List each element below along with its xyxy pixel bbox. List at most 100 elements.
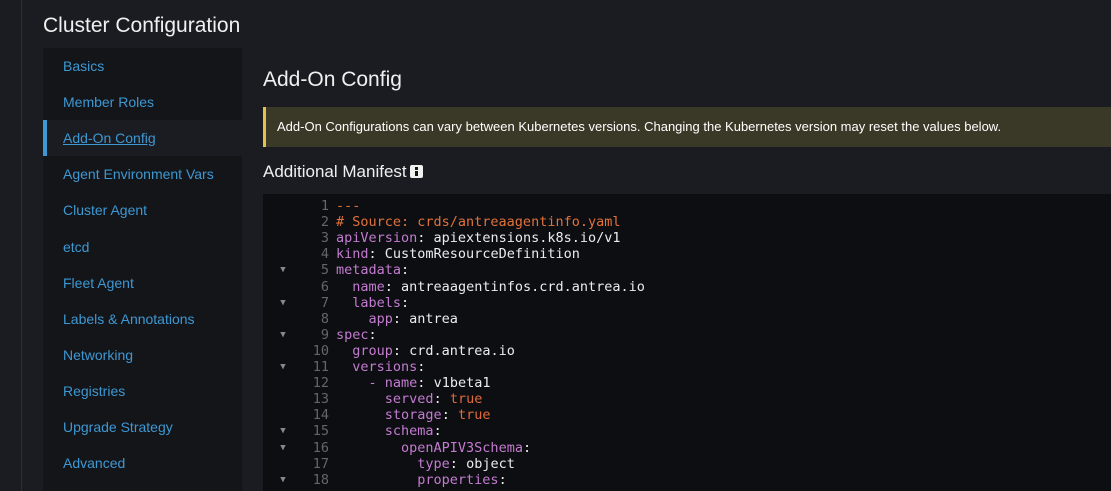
code-text: name: antreaagentinfos.crd.antrea.io — [336, 279, 645, 295]
code-text: apiVersion: apiextensions.k8s.io/v1 — [336, 230, 620, 246]
code-line: ▼ 5 metadata: — [263, 262, 1111, 278]
line-number: 11 — [312, 359, 329, 375]
info-icon[interactable] — [409, 165, 423, 178]
sidebar-item-upgrade-strategy[interactable]: Upgrade Strategy — [43, 409, 242, 445]
code-text: storage: true — [336, 407, 491, 424]
code-token: : — [441, 407, 458, 424]
code-line: ▼ 7 labels: — [263, 295, 1111, 311]
code-text: labels: — [336, 295, 409, 311]
sidebar-item-cluster-agent[interactable]: Cluster Agent — [43, 192, 242, 228]
additional-manifest-heading: Additional Manifest — [263, 162, 423, 182]
line-number: 6 — [320, 278, 329, 295]
code-text: app: antrea — [336, 311, 458, 327]
line-number: 10 — [312, 342, 329, 359]
code-token: CustomResourceDefinition — [384, 246, 580, 263]
line-number: 13 — [312, 391, 329, 408]
section-heading: Add-On Config — [263, 68, 402, 91]
code-token: versions — [352, 359, 418, 375]
fold-arrow-icon[interactable]: ▼ — [277, 423, 289, 439]
line-number: 14 — [312, 407, 329, 424]
sidebar-item-fleet-agent[interactable]: Fleet Agent — [43, 265, 242, 301]
code-line: ▼ 9 spec: — [263, 327, 1111, 343]
code-token: metadata — [336, 262, 402, 279]
code-line: 1 --- — [263, 198, 1111, 214]
code-token: : — [401, 294, 410, 311]
code-text: spec: — [336, 327, 377, 343]
code-token: : — [449, 455, 467, 472]
code-line: ▼ 16 openAPIV3Schema: — [263, 440, 1111, 456]
code-token: labels — [352, 294, 402, 311]
yaml-code-editor[interactable]: 1 --- 2 # Source: crds/antreaagentinfo.yaml… — [263, 194, 1111, 491]
code-token: group — [352, 342, 393, 359]
line-number: 2 — [320, 214, 329, 231]
sidebar-item-registries[interactable]: Registries — [43, 373, 242, 409]
code-line: 6 name: antreaagentinfos.crd.antrea.io — [263, 279, 1111, 295]
sidebar-item-networking[interactable]: Networking — [43, 337, 242, 373]
left-rail — [0, 0, 22, 491]
line-number: 12 — [312, 375, 329, 392]
code-token: properties — [417, 471, 499, 488]
config-sidebar: Basics Member Roles Add-On Config Agent Env… — [43, 48, 242, 491]
code-text: versions: — [336, 359, 425, 375]
code-line: 13 served: true — [263, 391, 1111, 407]
code-line: 10 group: crd.antrea.io — [263, 343, 1111, 359]
code-token: - — [368, 375, 385, 392]
fold-arrow-icon[interactable]: ▼ — [277, 359, 289, 375]
code-token: schema — [384, 423, 434, 440]
sidebar-item-agent-environment-vars[interactable]: Agent Environment Vars — [43, 156, 242, 192]
code-token: : — [522, 439, 532, 456]
code-line: 17 type: object — [263, 456, 1111, 472]
fold-arrow-icon[interactable]: ▼ — [277, 327, 289, 343]
fold-arrow-icon[interactable]: ▼ — [277, 262, 289, 278]
sidebar-item-add-on-config[interactable]: Add-On Config — [43, 120, 242, 157]
code-token: apiextensions.k8s.io/v1 — [433, 230, 621, 247]
code-token: name — [384, 375, 418, 392]
code-token: served — [384, 391, 434, 408]
code-token: app — [368, 310, 393, 327]
line-number: 3 — [320, 230, 329, 247]
code-token: antreaagentinfos.crd.antrea.io — [401, 278, 645, 295]
code-token: antrea — [409, 310, 458, 327]
code-token: : — [401, 262, 410, 279]
code-token: : — [417, 375, 434, 392]
line-number: 15 — [312, 423, 329, 440]
code-token: apiVersion — [336, 230, 418, 247]
sidebar-item-member-roles[interactable]: Member Roles — [43, 84, 242, 120]
code-text: kind: CustomResourceDefinition — [336, 246, 580, 262]
line-number: 8 — [320, 310, 329, 327]
code-token: object — [466, 455, 515, 472]
line-number: 1 — [320, 198, 329, 214]
line-number: 9 — [320, 326, 329, 343]
code-line: ▼ 11 versions: — [263, 359, 1111, 375]
code-line: 4 kind: CustomResourceDefinition — [263, 246, 1111, 262]
code-token: true — [449, 391, 483, 408]
line-number: 4 — [320, 246, 329, 263]
code-token: : — [368, 246, 385, 263]
code-token: : — [392, 310, 410, 327]
code-text: openAPIV3Schema: — [336, 440, 531, 456]
code-token: v1beta1 — [433, 375, 491, 392]
code-line: 8 app: antrea — [263, 311, 1111, 327]
fold-arrow-icon[interactable]: ▼ — [277, 472, 289, 488]
fold-arrow-icon[interactable]: ▼ — [277, 440, 289, 456]
sidebar-item-advanced[interactable]: Advanced — [43, 445, 242, 481]
code-line: 3 apiVersion: apiextensions.k8s.io/v1 — [263, 230, 1111, 246]
code-line: 2 # Source: crds/antreaagentinfo.yaml — [263, 214, 1111, 230]
sidebar-item-basics[interactable]: Basics — [43, 48, 242, 84]
code-line: 12 - name: v1beta1 — [263, 375, 1111, 391]
fold-arrow-icon[interactable]: ▼ — [277, 295, 289, 311]
code-text: group: crd.antrea.io — [336, 343, 515, 359]
code-text: --- — [336, 198, 360, 214]
sidebar-item-labels-annotations[interactable]: Labels & Annotations — [43, 301, 242, 337]
sidebar-item-etcd[interactable]: etcd — [43, 229, 242, 265]
code-token: kind — [336, 246, 369, 263]
code-text: served: true — [336, 391, 483, 408]
code-token: # Source: crds/antreaagentinfo.yaml — [336, 214, 621, 231]
